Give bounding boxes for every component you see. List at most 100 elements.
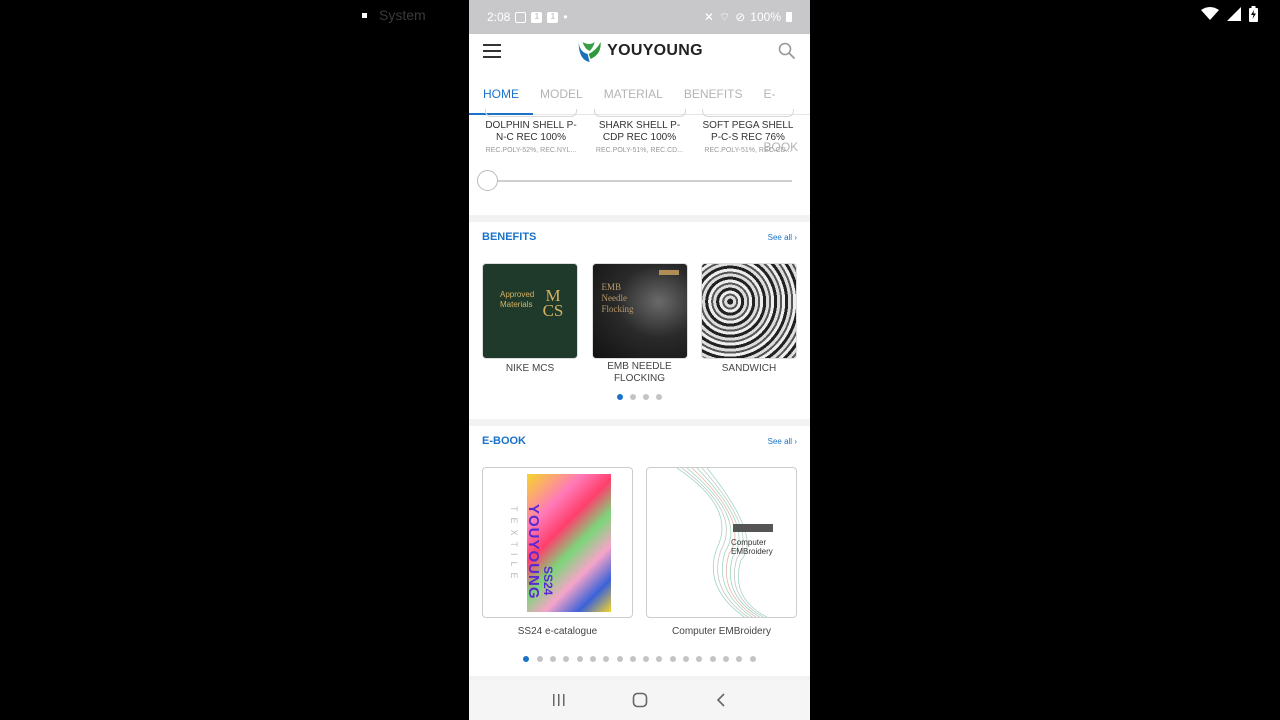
- pager-dot[interactable]: [683, 656, 690, 662]
- wifi-icon: [1201, 7, 1219, 20]
- pager-dot[interactable]: [630, 394, 636, 400]
- wave-lines-graphic: [676, 468, 768, 617]
- model-scroll-slider[interactable]: [477, 170, 792, 191]
- ebook-label: SS24 e-catalogue: [517, 626, 598, 637]
- pager-dot[interactable]: [617, 394, 623, 400]
- app-bar: YOUYOUNG: [469, 34, 810, 68]
- pager-dot[interactable]: [536, 656, 543, 662]
- benefit-card[interactable]: SANDWICH: [701, 263, 797, 385]
- search-icon[interactable]: [778, 42, 796, 60]
- status-bar: 2:08 1 1 • ✕ ⌔ ⊘ 100%: [469, 0, 810, 34]
- status-time: 2:08: [487, 10, 511, 24]
- ebook-list: TEXTILE YOUYOUNG SS24 SS24 e-catalogue C…: [482, 467, 797, 637]
- recent-apps-icon[interactable]: [552, 693, 566, 707]
- model-composition: REC.POLY-51%, REC.CD...: [704, 147, 792, 154]
- tab-benefits[interactable]: BENEFITS: [684, 68, 743, 115]
- pager-dot[interactable]: [722, 656, 729, 662]
- benefits-see-all-link[interactable]: See all ›: [768, 233, 797, 242]
- system-label: System: [379, 7, 426, 23]
- pager-dot[interactable]: [523, 656, 530, 662]
- pager-dot[interactable]: [749, 656, 756, 662]
- status-left: 2:08 1 1 •: [487, 10, 568, 24]
- ss24-cover: TEXTILE YOUYOUNG SS24: [482, 467, 633, 618]
- slider-thumb[interactable]: [477, 170, 498, 191]
- gallery-notification-icon: [515, 11, 527, 23]
- benefit-label: SANDWICH: [721, 363, 777, 374]
- benefit-card[interactable]: Approved Materials MCS NIKE MCS: [482, 263, 578, 385]
- model-carousel: DOLPHIN SHELL P-N-C REC 100% REC.POLY-52…: [469, 109, 810, 215]
- cover-title-line: Computer: [731, 538, 767, 547]
- mcs-image-text: Materials: [500, 300, 533, 309]
- pager-dot[interactable]: [603, 656, 610, 662]
- pager-dot[interactable]: [736, 656, 743, 662]
- emb-needle-flocking-image: EMB Needle Flocking: [591, 263, 688, 359]
- brand-name: YOUYOUNG: [607, 42, 703, 59]
- section-divider: [469, 419, 810, 426]
- tab-model[interactable]: MODEL: [540, 68, 583, 115]
- pager-dot[interactable]: [576, 656, 583, 662]
- pager-dot[interactable]: [669, 656, 676, 662]
- model-name: SOFT PEGA SHELL P-C-S REC 76%: [702, 120, 794, 143]
- brand-logo[interactable]: YOUYOUNG: [576, 40, 703, 62]
- pager-dot[interactable]: [643, 656, 650, 662]
- model-thumb: [485, 109, 577, 117]
- benefits-header: BENEFITS See all ›: [482, 222, 797, 252]
- model-card[interactable]: SHARK SHELL P-CDP REC 100% REC.POLY-51%,…: [590, 109, 690, 215]
- status-right: ✕ ⌔ ⊘ 100%: [704, 10, 792, 25]
- model-name: SHARK SHELL P-CDP REC 100%: [598, 120, 681, 143]
- nike-mcs-image: Approved Materials MCS: [482, 263, 578, 359]
- benefits-pager: [482, 394, 797, 400]
- model-thumb: [593, 109, 686, 117]
- home-icon[interactable]: [632, 692, 648, 708]
- tab-home[interactable]: HOME: [469, 68, 533, 115]
- ebook-label: Computer EMBroidery: [672, 626, 771, 637]
- ebook-header: E-BOOK See all ›: [482, 426, 797, 456]
- benefits-list: Approved Materials MCS NIKE MCS EMB Need…: [482, 263, 797, 385]
- model-composition: REC.POLY-51%, REC.CD...: [595, 147, 684, 154]
- computer-embroidery-cover: Computer EMBroidery: [646, 467, 797, 618]
- ebook-card[interactable]: TEXTILE YOUYOUNG SS24 SS24 e-catalogue: [482, 467, 633, 637]
- section-divider: [469, 215, 810, 222]
- mcs-mark: MCS: [542, 286, 564, 320]
- back-icon[interactable]: [715, 692, 727, 708]
- system-dot-icon: [362, 12, 367, 18]
- tab-ebook[interactable]: E-BOOK: [764, 68, 799, 154]
- model-composition: REC.POLY-52%, REC.NYL...: [485, 147, 577, 154]
- phone-battery-icon: [786, 12, 792, 22]
- model-card[interactable]: DOLPHIN SHELL P-N-C REC 100% REC.POLY-52…: [481, 109, 581, 215]
- pager-dot[interactable]: [550, 656, 557, 662]
- benefit-label: NIKE MCS: [505, 363, 555, 374]
- pager-dot[interactable]: [616, 656, 623, 662]
- battery-icon: [1249, 6, 1258, 22]
- see-all-label: See all: [767, 436, 793, 446]
- pager-dot[interactable]: [629, 656, 636, 662]
- cover-brand-text: YOUYOUNG: [525, 504, 542, 600]
- ebook-section: E-BOOK See all › TEXTILE YOUYOUNG SS24 S…: [469, 426, 810, 676]
- cover-title-line: EMBroidery: [731, 547, 773, 556]
- android-nav-bar: [469, 680, 810, 720]
- pager-dot[interactable]: [696, 656, 703, 662]
- more-notifications-icon: •: [563, 10, 568, 24]
- benefit-label: EMB NEEDLE FLOCKING: [607, 361, 672, 384]
- benefits-section: BENEFITS See all › Approved Materials MC…: [469, 222, 810, 419]
- ebook-pager: [482, 656, 797, 662]
- tab-material[interactable]: MATERIAL: [604, 68, 663, 115]
- emb-image-text: Flocking: [601, 304, 634, 314]
- ebook-see-all-link[interactable]: See all ›: [768, 437, 797, 446]
- pager-dot[interactable]: [709, 656, 716, 662]
- benefit-card[interactable]: EMB Needle Flocking EMB NEEDLE FLOCKING: [591, 263, 688, 385]
- pager-dot[interactable]: [563, 656, 570, 662]
- pager-dot[interactable]: [643, 394, 649, 400]
- menu-icon[interactable]: [483, 44, 501, 58]
- chevron-right-icon: ›: [794, 436, 797, 446]
- model-card[interactable]: SOFT PEGA SHELL P-C-S REC 76% REC.POLY-5…: [698, 109, 798, 215]
- pager-dot[interactable]: [589, 656, 596, 662]
- pager-dot[interactable]: [656, 656, 663, 662]
- mute-icon: ✕: [703, 10, 714, 24]
- signal-icon: [1227, 7, 1241, 21]
- ebook-card[interactable]: Computer EMBroidery Computer EMBroidery: [646, 467, 797, 637]
- cover-side-text: TEXTILE: [509, 506, 519, 585]
- sandwich-image: [701, 263, 797, 359]
- home-content: DOLPHIN SHELL P-N-C REC 100% REC.POLY-52…: [469, 109, 810, 676]
- pager-dot[interactable]: [656, 394, 662, 400]
